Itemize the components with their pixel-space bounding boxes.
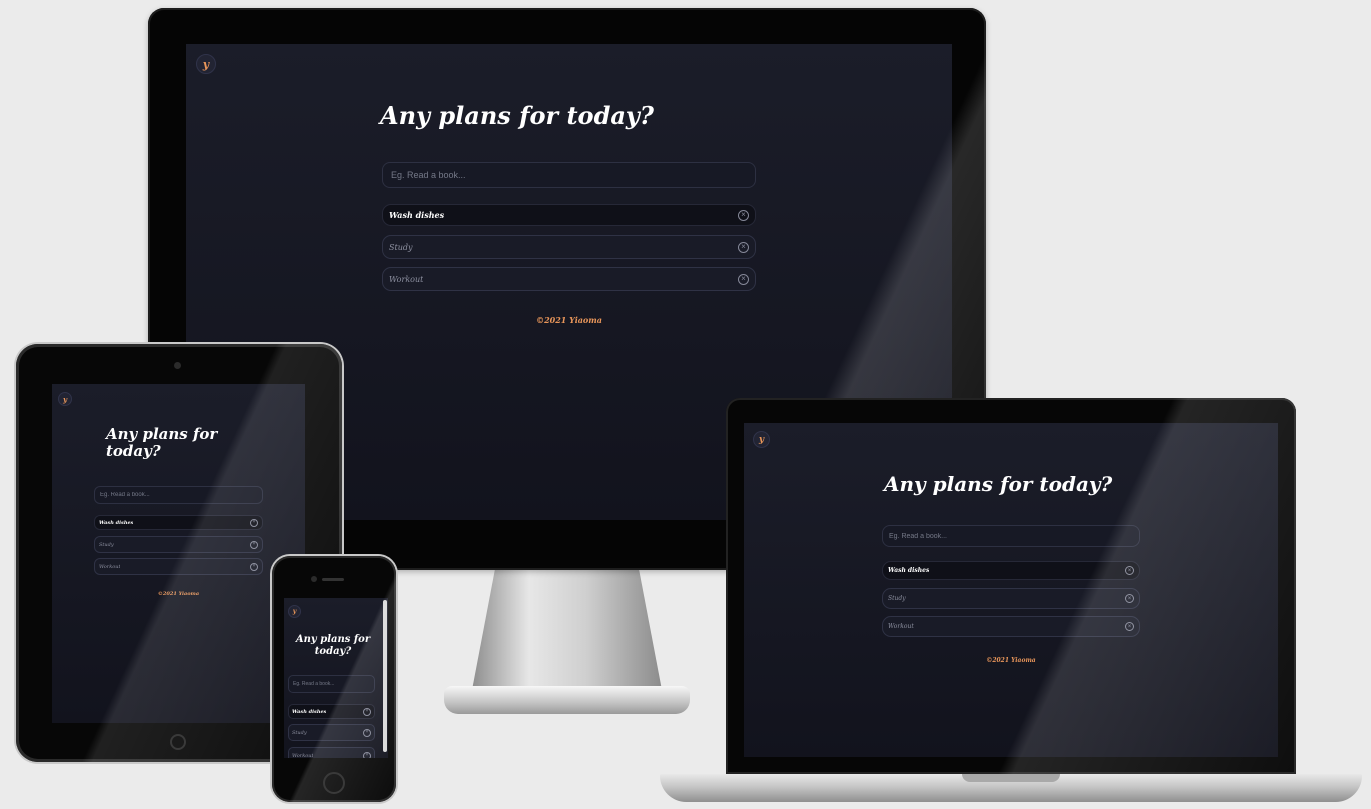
todo-item[interactable]: Workout × xyxy=(382,267,756,291)
home-button[interactable] xyxy=(323,772,345,794)
remove-icon[interactable]: × xyxy=(738,241,749,253)
todo-input[interactable] xyxy=(382,162,756,188)
monitor-base xyxy=(444,686,690,714)
laptop-notch xyxy=(962,774,1060,782)
remove-icon[interactable]: × xyxy=(738,209,749,221)
todo-item[interactable]: Wash dishes × xyxy=(382,204,756,226)
todo-item[interactable]: Study × xyxy=(382,235,756,259)
remove-icon[interactable]: × xyxy=(738,273,749,285)
page-title: Any plans for today? xyxy=(380,101,654,130)
laptop-glare xyxy=(726,398,1296,774)
todo-text: Workout xyxy=(389,274,424,284)
phone-glare xyxy=(272,556,396,802)
monitor-stand xyxy=(472,570,662,690)
todo-text: Wash dishes xyxy=(389,210,445,220)
footer-text: ©2021 Yiaoma xyxy=(536,315,602,325)
home-button[interactable] xyxy=(170,734,186,750)
todo-text: Study xyxy=(389,242,413,252)
logo-icon[interactable]: y xyxy=(196,54,216,74)
